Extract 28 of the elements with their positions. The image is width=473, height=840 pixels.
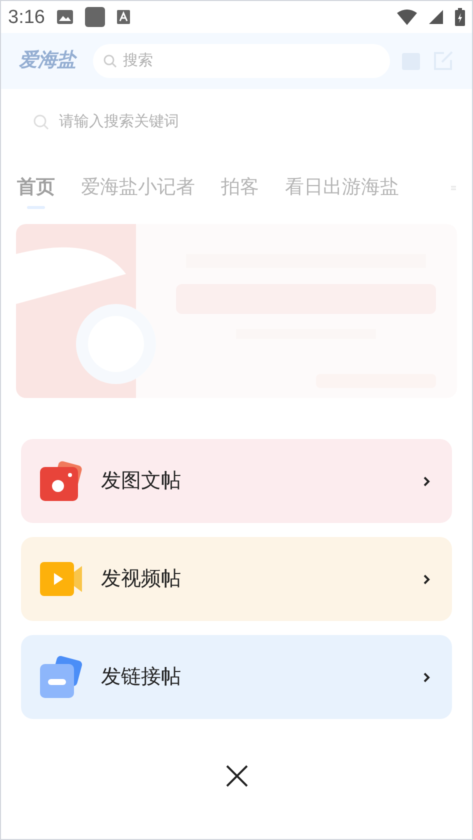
search-field[interactable]: 请输入搜索关键词 <box>59 111 440 134</box>
camera-icon <box>40 461 82 501</box>
battery-icon <box>455 8 465 26</box>
chevron-right-icon <box>423 672 430 682</box>
category-tab[interactable]: 首页 <box>17 166 55 208</box>
font-icon <box>116 10 130 24</box>
search-icon <box>103 54 117 68</box>
chevron-right-icon <box>423 574 430 584</box>
header-search-field[interactable]: 搜索 <box>93 44 390 78</box>
post-option-card[interactable]: 发视频帖 <box>21 537 452 621</box>
category-tab[interactable]: 爱海盐小记者 <box>81 166 195 208</box>
close-icon <box>226 765 248 787</box>
status-time: 3:16 <box>8 8 45 26</box>
signal-icon <box>429 10 443 24</box>
app-icon <box>84 7 105 27</box>
app-logo: 爱海盐 <box>19 48 78 73</box>
wifi-icon <box>397 9 417 25</box>
link-card-icon <box>40 656 82 698</box>
search-placeholder: 搜索 <box>123 50 153 71</box>
post-option-card[interactable]: 发图文帖 <box>21 439 452 523</box>
video-camera-icon <box>40 562 82 596</box>
search-icon <box>33 114 49 130</box>
category-tab[interactable]: 看日出游海盐 <box>285 166 399 208</box>
category-tab[interactable]: 拍客 <box>221 166 259 208</box>
post-option-card[interactable]: 发链接帖 <box>21 635 452 719</box>
close-button[interactable] <box>224 763 250 789</box>
image-icon <box>56 10 73 24</box>
chevron-right-icon <box>423 476 430 486</box>
